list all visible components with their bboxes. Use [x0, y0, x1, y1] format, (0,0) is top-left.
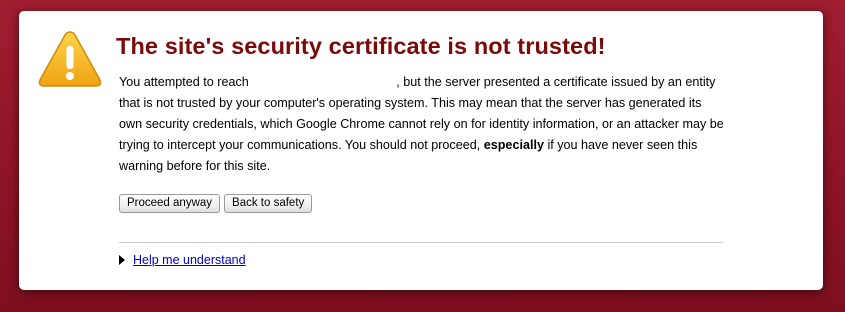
warning-triangle-icon	[38, 31, 102, 87]
warning-message: You attempted to reach , but the server …	[119, 72, 724, 177]
redacted-hostname	[252, 74, 396, 86]
help-me-understand-link[interactable]: Help me understand	[133, 253, 246, 267]
action-buttons: Proceed anyway Back to safety	[119, 194, 313, 213]
help-section: Help me understand	[119, 253, 246, 267]
message-intro: You attempted to reach	[119, 75, 249, 89]
back-to-safety-button[interactable]: Back to safety	[224, 194, 313, 213]
message-emphasis: especially	[483, 138, 544, 152]
divider	[119, 242, 723, 243]
page-title: The site's security certificate is not t…	[116, 33, 606, 59]
proceed-anyway-button[interactable]: Proceed anyway	[119, 194, 221, 213]
interstitial-panel: The site's security certificate is not t…	[19, 11, 823, 290]
disclosure-triangle-icon[interactable]	[119, 255, 125, 265]
